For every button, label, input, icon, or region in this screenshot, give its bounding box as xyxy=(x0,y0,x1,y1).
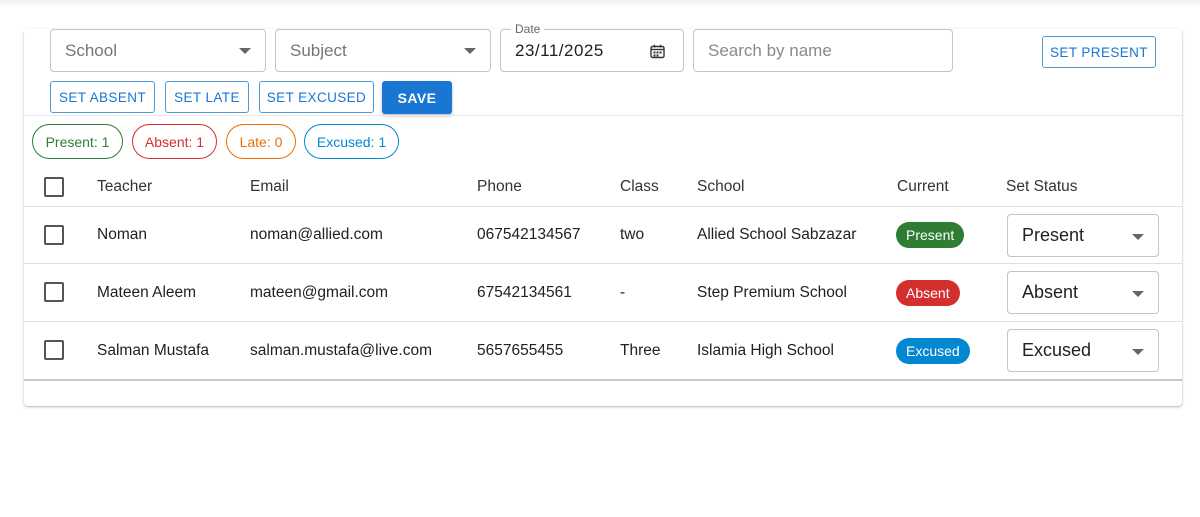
chevron-down-icon xyxy=(1132,291,1144,297)
search-input[interactable] xyxy=(693,29,953,72)
table-row: Mateen Aleem mateen@gmail.com 6754213456… xyxy=(24,264,1182,322)
teacher-name: Noman xyxy=(97,226,147,243)
teacher-school: Allied School Sabzazar xyxy=(697,226,857,243)
teacher-name: Mateen Aleem xyxy=(97,283,197,301)
late-count-chip: Late: 0 xyxy=(226,124,296,159)
teacher-class: - xyxy=(620,283,626,301)
row-checkbox[interactable] xyxy=(44,340,64,360)
table-row: Salman Mustafa salman.mustafa@live.com 5… xyxy=(24,322,1182,379)
row-checkbox[interactable] xyxy=(44,225,64,245)
current-status-cell: Absent xyxy=(896,264,960,321)
subject-select-label: Subject xyxy=(290,40,347,60)
set-status-value: Present xyxy=(1022,225,1085,245)
attendance-card: School Subject Date 23/11/2025 SET PRE xyxy=(24,22,1182,406)
table-bottom-border xyxy=(24,379,1182,381)
header-school[interactable]: School xyxy=(697,167,744,206)
subject-select[interactable]: Subject xyxy=(275,29,491,72)
current-status-cell: Excused xyxy=(896,322,970,379)
top-shadow xyxy=(0,0,1200,8)
row-checkbox[interactable] xyxy=(44,282,64,302)
status-badge: Excused xyxy=(896,337,970,364)
set-status-value: Excused xyxy=(1022,340,1092,360)
header-current[interactable]: Current xyxy=(897,167,949,206)
chevron-down-icon xyxy=(1132,349,1144,355)
set-late-button[interactable]: SET LATE xyxy=(165,81,249,113)
chevron-down-icon xyxy=(464,48,476,54)
save-button[interactable]: SAVE xyxy=(382,81,452,114)
date-value: 23/11/2025 xyxy=(515,40,604,60)
chevron-down-icon xyxy=(239,48,251,54)
teacher-phone: 67542134561 xyxy=(477,283,572,301)
header-phone[interactable]: Phone xyxy=(477,167,522,206)
header-class[interactable]: Class xyxy=(620,167,659,206)
status-badge: Present xyxy=(896,222,965,248)
filter-bar: School Subject Date 23/11/2025 SET PRE xyxy=(24,22,1182,115)
teacher-phone: 5657655455 xyxy=(477,341,564,359)
set-status-select[interactable]: Absent xyxy=(1007,271,1159,314)
table-row: Noman noman@allied.com 067542134567 two … xyxy=(24,207,1182,264)
excused-count-chip: Excused: 1 xyxy=(304,124,399,159)
school-select[interactable]: School xyxy=(50,29,266,72)
teacher-class: two xyxy=(620,226,645,243)
header-teacher[interactable]: Teacher xyxy=(97,167,152,206)
current-status-cell: Present xyxy=(896,207,965,263)
header-email[interactable]: Email xyxy=(250,167,289,206)
header-set-status[interactable]: Set Status xyxy=(1006,167,1078,206)
teacher-class: Three xyxy=(620,341,661,359)
school-select-label: School xyxy=(65,40,117,60)
set-present-button[interactable]: SET PRESENT xyxy=(1042,36,1156,68)
teacher-email: noman@allied.com xyxy=(250,226,383,243)
set-status-select[interactable]: Present xyxy=(1007,214,1159,257)
teacher-school: Islamia High School xyxy=(697,341,834,359)
set-absent-button[interactable]: SET ABSENT xyxy=(50,81,155,113)
set-status-value: Absent xyxy=(1022,282,1079,302)
present-count-chip: Present: 1 xyxy=(32,124,123,159)
absent-count-chip: Absent: 1 xyxy=(132,124,217,159)
calendar-icon[interactable] xyxy=(650,44,665,59)
date-field[interactable]: Date 23/11/2025 xyxy=(500,22,684,72)
teacher-name: Salman Mustafa xyxy=(97,341,209,359)
chevron-down-icon xyxy=(1132,234,1144,240)
teacher-email: mateen@gmail.com xyxy=(250,283,389,301)
select-all-checkbox[interactable] xyxy=(44,177,64,197)
set-excused-button[interactable]: SET EXCUSED xyxy=(259,81,374,113)
status-badge: Absent xyxy=(896,279,960,306)
teacher-school: Step Premium School xyxy=(697,283,847,301)
set-status-select[interactable]: Excused xyxy=(1007,329,1159,372)
teacher-phone: 067542134567 xyxy=(477,226,581,243)
date-field-label: Date xyxy=(511,22,545,36)
teacher-email: salman.mustafa@live.com xyxy=(250,341,432,359)
table-header-row: Teacher Email Phone Class School Current… xyxy=(24,167,1182,207)
divider xyxy=(24,115,1182,116)
